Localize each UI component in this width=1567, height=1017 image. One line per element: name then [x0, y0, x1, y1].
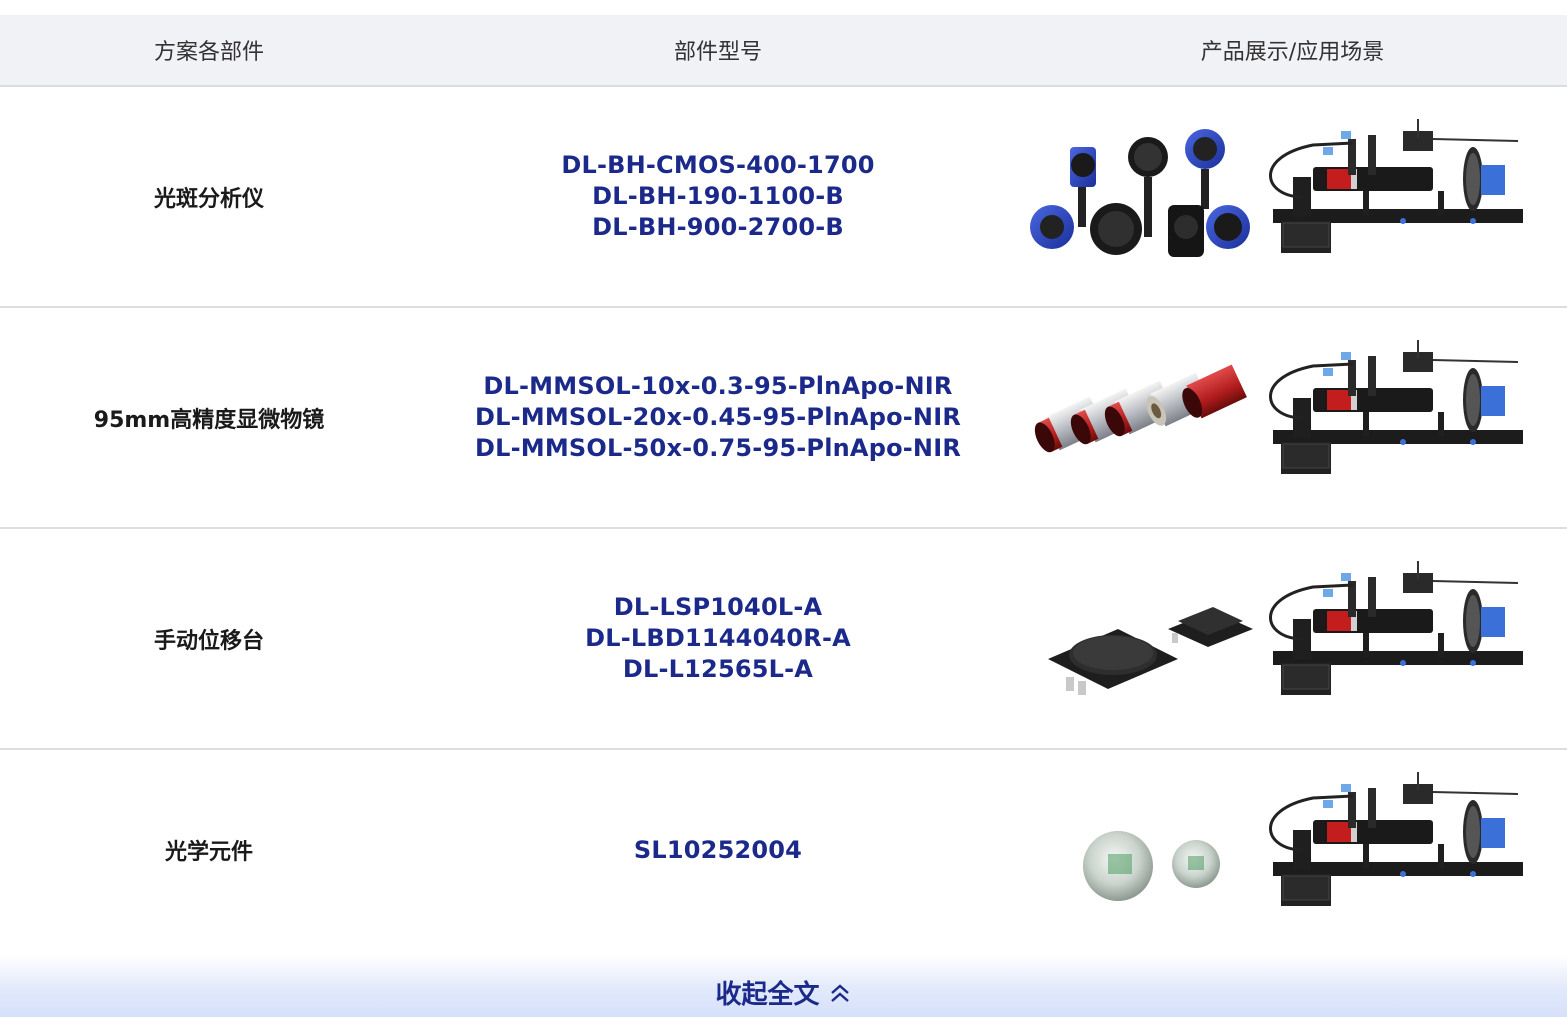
product-images [1018, 529, 1567, 748]
model-number-link[interactable]: DL-BH-190-1100-B [592, 181, 844, 212]
table-row: 95mm高精度显微物镜 DL-MMSOL-10x-0.3-95-PlnApo-N… [0, 308, 1567, 529]
model-list: SL10252004 [418, 835, 1018, 866]
optical-bench-setup-icon [1269, 559, 1523, 696]
component-name: 光学元件 [164, 840, 253, 865]
model-number-link[interactable]: DL-BH-900-2700-B [592, 212, 844, 243]
product-images [1018, 87, 1567, 306]
model-number-link[interactable]: DL-BH-CMOS-400-1700 [561, 150, 874, 181]
component-name: 光斑分析仪 [153, 186, 264, 212]
model-number-link[interactable]: DL-MMSOL-20x-0.45-95-PlnApo-NIR [475, 402, 961, 433]
table-header: 方案各部件 部件型号 产品展示/应用场景 [0, 15, 1567, 87]
header-model-number: 部件型号 [673, 40, 762, 65]
optical-bench-setup-icon [1269, 770, 1523, 908]
model-list: DL-MMSOL-10x-0.3-95-PlnApo-NIR DL-MMSOL-… [418, 371, 1018, 464]
manual-stage-icon [1048, 606, 1253, 695]
optical-bench-setup-icon [1269, 117, 1523, 254]
optical-element-icon [1083, 831, 1220, 901]
table-row: 光斑分析仪 DL-BH-CMOS-400-1700 DL-BH-190-1100… [0, 87, 1567, 308]
model-number-link[interactable]: DL-LBD1144040R-A [585, 623, 851, 654]
model-number-link[interactable]: DL-MMSOL-50x-0.75-95-PlnApo-NIR [475, 433, 961, 464]
header-product-display: 产品展示/应用场景 [1200, 40, 1385, 65]
microscope-objectives-icon [1034, 364, 1247, 452]
page: 方案各部件 部件型号 产品展示/应用场景 光斑分析仪 DL-BH-CMOS-40… [0, 0, 1567, 1017]
collapse-button[interactable]: 收起全文 [715, 974, 851, 1011]
model-number-link[interactable]: DL-LSP1040L-A [614, 592, 823, 623]
component-name: 手动位移台 [153, 628, 264, 654]
table-row: 光学元件 SL10252004 [0, 750, 1567, 950]
model-list: DL-BH-CMOS-400-1700 DL-BH-190-1100-B DL-… [418, 150, 1018, 243]
product-images [1018, 308, 1567, 527]
optical-bench-setup-icon [1269, 338, 1523, 475]
component-name: 95mm高精度显微物镜 [93, 407, 325, 433]
model-list: DL-LSP1040L-A DL-LBD1144040R-A DL-L12565… [418, 592, 1018, 685]
model-number-link[interactable]: SL10252004 [634, 835, 802, 866]
header-components: 方案各部件 [153, 40, 264, 65]
collapse-bar: 收起全文 [0, 955, 1567, 1017]
beam-profiler-set-icon [1030, 128, 1250, 257]
model-number-link[interactable]: DL-MMSOL-10x-0.3-95-PlnApo-NIR [483, 371, 952, 402]
collapse-label: 收起全文 [715, 980, 820, 1010]
top-spacer [0, 0, 1567, 15]
double-chevron-up-icon [830, 983, 849, 1002]
table-row: 手动位移台 DL-LSP1040L-A DL-LBD1144040R-A DL-… [0, 529, 1567, 750]
model-number-link[interactable]: DL-L12565L-A [623, 654, 813, 685]
product-images [1018, 750, 1567, 950]
